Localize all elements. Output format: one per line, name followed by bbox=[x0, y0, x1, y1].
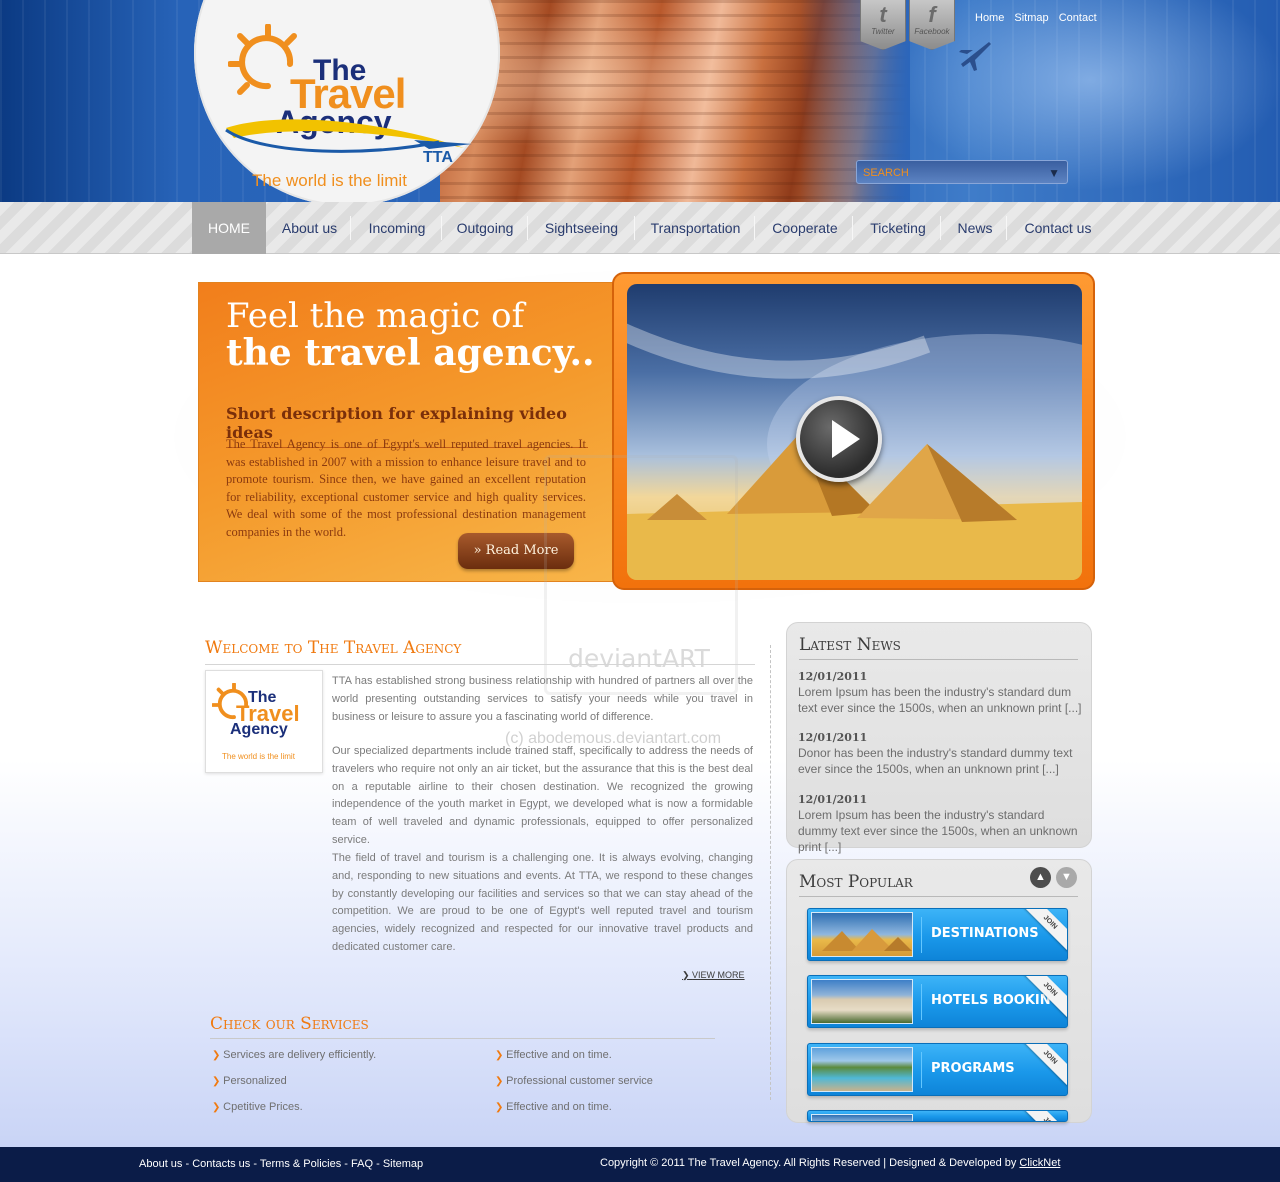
facebook-button[interactable]: f Facebook bbox=[909, 0, 955, 50]
nav-outgoing[interactable]: Outgoing bbox=[446, 202, 524, 254]
latest-news-title: Latest News bbox=[799, 635, 1078, 660]
column-divider bbox=[770, 645, 771, 1100]
temple-banner-image bbox=[440, 0, 910, 202]
footer-link-sitemap[interactable]: Sitemap bbox=[383, 1158, 423, 1170]
airplane-icon bbox=[959, 42, 991, 71]
welcome-paragraph: TTA has established strong business rela… bbox=[332, 675, 753, 723]
nav-about-us[interactable]: About us bbox=[272, 202, 347, 254]
read-more-button[interactable]: » Read More bbox=[458, 533, 574, 569]
hero-title-line1: Feel the magic of bbox=[226, 296, 525, 336]
logo-thumbnail: The Travel Agency The world is the limit bbox=[205, 670, 323, 773]
nav-separator bbox=[634, 216, 635, 240]
partial-banner[interactable]: JOIN bbox=[807, 1110, 1068, 1122]
play-button[interactable] bbox=[796, 396, 882, 482]
view-more-link[interactable]: VIEW MORE bbox=[682, 970, 745, 981]
hero-description: The Travel Agency is one of Egypt's well… bbox=[226, 437, 586, 539]
thumbnail-tagline: The world is the limit bbox=[222, 752, 295, 761]
partial-thumbnail bbox=[811, 1114, 913, 1121]
destinations-banner[interactable]: DESTINATIONS JOIN bbox=[807, 908, 1068, 961]
footer-link-faq[interactable]: FAQ bbox=[351, 1158, 373, 1170]
nav-sightseeing[interactable]: Sightseeing bbox=[533, 202, 630, 254]
thumbnail-agency: Agency bbox=[230, 721, 288, 738]
nav-separator bbox=[441, 216, 442, 240]
nav-separator bbox=[350, 216, 351, 240]
services-title: Check our Services bbox=[210, 1014, 715, 1039]
copyright-text: Copyright © 2011 The Travel Agency. All … bbox=[600, 1157, 1020, 1169]
news-date: 12/01/2011 bbox=[798, 731, 868, 744]
programs-label: PROGRAMS bbox=[931, 1061, 1015, 1076]
search-box: ▼ bbox=[856, 160, 1068, 184]
nav-cooperate[interactable]: Cooperate bbox=[760, 202, 850, 254]
search-dropdown-icon[interactable]: ▼ bbox=[1048, 166, 1060, 180]
facebook-icon: f bbox=[928, 2, 936, 27]
twitter-icon: t bbox=[879, 2, 887, 27]
hotel-thumbnail bbox=[811, 979, 913, 1024]
header: The Travel Agency TTA The world is the l… bbox=[0, 0, 1280, 202]
nav-transportation[interactable]: Transportation bbox=[640, 202, 751, 254]
banner-divider bbox=[921, 1052, 922, 1088]
nav-news[interactable]: News bbox=[946, 202, 1004, 254]
footer-copyright: Copyright © 2011 The Travel Agency. All … bbox=[600, 1157, 1060, 1169]
service-item: Services are delivery efficiently. bbox=[212, 1049, 376, 1061]
footer: About us - Contacts us - Terms & Policie… bbox=[0, 1147, 1280, 1182]
twitter-button[interactable]: t Twitter bbox=[860, 0, 906, 50]
main-nav: HOME About us Incoming Outgoing Sightsee… bbox=[0, 202, 1280, 254]
footer-separator: - bbox=[344, 1158, 351, 1170]
nav-contact-us[interactable]: Contact us bbox=[1012, 202, 1104, 254]
nav-separator bbox=[754, 216, 755, 240]
footer-separator: - bbox=[376, 1158, 383, 1170]
service-item: Professional customer service bbox=[495, 1075, 653, 1087]
destinations-label: DESTINATIONS bbox=[931, 926, 1039, 941]
welcome-title: Welcome to The Travel Agency bbox=[205, 638, 755, 665]
service-item: Cpetitive Prices. bbox=[212, 1101, 302, 1113]
service-item: Effective and on time. bbox=[495, 1049, 612, 1061]
join-badge: JOIN bbox=[1021, 1044, 1067, 1087]
nav-separator bbox=[527, 216, 528, 240]
top-link-sitemap[interactable]: Sitmap bbox=[1014, 12, 1048, 24]
nav-separator bbox=[940, 216, 941, 240]
twitter-label: Twitter bbox=[871, 27, 895, 36]
pyramids-thumbnail bbox=[811, 912, 913, 957]
top-link-contact[interactable]: Contact bbox=[1059, 12, 1097, 24]
facebook-label: Facebook bbox=[914, 27, 950, 36]
news-text[interactable]: Lorem Ipsum has been the industry's stan… bbox=[798, 684, 1086, 716]
service-item: Personalized bbox=[212, 1075, 287, 1087]
join-badge: JOIN bbox=[1021, 1111, 1067, 1121]
nav-home[interactable]: HOME bbox=[192, 202, 266, 254]
nav-ticketing[interactable]: Ticketing bbox=[858, 202, 938, 254]
programs-banner[interactable]: PROGRAMS JOIN bbox=[807, 1043, 1068, 1096]
footer-link-terms[interactable]: Terms & Policies bbox=[260, 1158, 341, 1170]
nav-separator bbox=[852, 216, 853, 240]
top-links: Home Sitmap Contact bbox=[975, 12, 1104, 24]
developer-link[interactable]: ClickNet bbox=[1019, 1157, 1060, 1169]
top-link-home[interactable]: Home bbox=[975, 12, 1004, 24]
resort-thumbnail bbox=[811, 1047, 913, 1092]
scroll-down-button[interactable]: ▼ bbox=[1056, 867, 1077, 888]
scroll-up-button[interactable]: ▲ bbox=[1030, 867, 1051, 888]
footer-links: About us - Contacts us - Terms & Policie… bbox=[139, 1158, 423, 1170]
news-text[interactable]: Donor has been the industry's standard d… bbox=[798, 745, 1086, 777]
nav-separator bbox=[1006, 216, 1007, 240]
banner-divider bbox=[921, 984, 922, 1020]
hero-title-line2: the travel agency.. bbox=[226, 332, 595, 374]
logo-tta: TTA bbox=[423, 149, 453, 166]
hotels-booking-label: HOTELS BOOKING bbox=[931, 993, 1062, 1008]
hotels-booking-banner[interactable]: HOTELS BOOKING JOIN bbox=[807, 975, 1068, 1028]
footer-link-contacts-us[interactable]: Contacts us bbox=[192, 1158, 250, 1170]
nav-incoming[interactable]: Incoming bbox=[356, 202, 438, 254]
news-text[interactable]: Lorem Ipsum has been the industry's stan… bbox=[798, 807, 1086, 855]
news-date: 12/01/2011 bbox=[798, 670, 868, 683]
news-date: 12/01/2011 bbox=[798, 793, 868, 806]
logo-tagline: The world is the limit bbox=[252, 171, 407, 190]
service-item: Effective and on time. bbox=[495, 1101, 612, 1113]
welcome-paragraph: The field of travel and tourism is a cha… bbox=[332, 852, 753, 953]
search-input[interactable] bbox=[863, 164, 1039, 181]
footer-link-about-us[interactable]: About us bbox=[139, 1158, 182, 1170]
banner-divider bbox=[921, 917, 922, 953]
welcome-paragraph: Our specialized departments include trai… bbox=[332, 745, 753, 846]
